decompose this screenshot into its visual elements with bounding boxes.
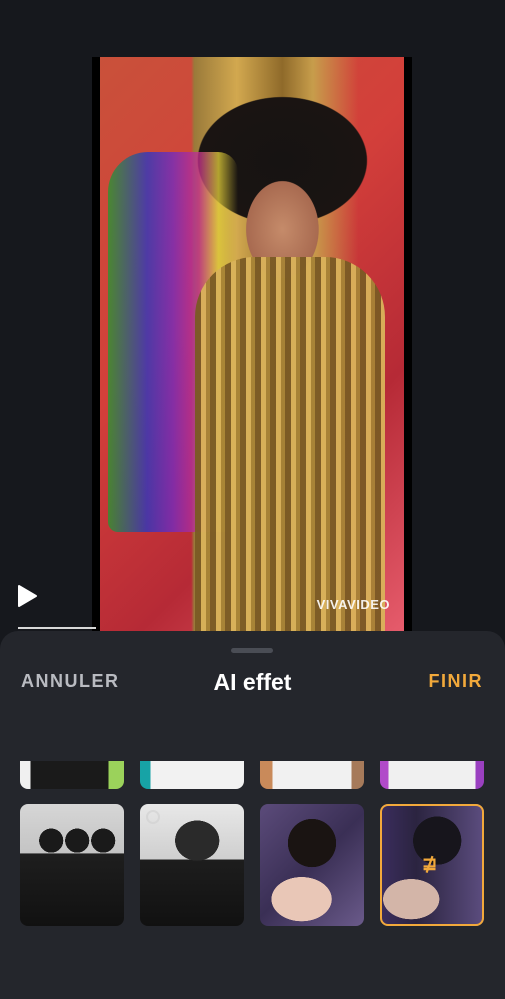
effect-thumbnail-top-2[interactable] <box>140 761 244 789</box>
effect-thumbnail-color-glitch[interactable] <box>260 804 364 926</box>
download-badge-icon <box>146 810 160 824</box>
playback-progress-bar[interactable] <box>18 627 96 629</box>
drag-handle[interactable] <box>231 648 273 653</box>
vivavideo-watermark: VIVAVIDEO <box>316 597 390 612</box>
video-frame[interactable]: VIVAVIDEO <box>92 57 412 632</box>
ai-effect-panel: ANNULER AI effet FINIR ⋣ <box>0 631 505 999</box>
play-button[interactable] <box>16 584 38 608</box>
effect-thumbnail-top-4[interactable] <box>380 761 484 789</box>
effect-thumbnail-top-3[interactable] <box>260 761 364 789</box>
gold-dress <box>195 257 385 632</box>
play-icon <box>18 585 37 607</box>
effect-thumbnail-top-1[interactable] <box>20 761 124 789</box>
effect-thumbnail-bw-blur[interactable] <box>140 804 244 926</box>
video-preview-area: VIVAVIDEO <box>0 0 505 640</box>
video-image: VIVAVIDEO <box>100 57 404 632</box>
selected-effect-icon: ⋣ <box>422 854 438 874</box>
effect-thumbnail-selected[interactable]: ⋣ <box>380 804 484 926</box>
effect-thumbnail-bw-echo[interactable] <box>20 804 124 926</box>
finish-button[interactable]: FINIR <box>429 671 484 692</box>
